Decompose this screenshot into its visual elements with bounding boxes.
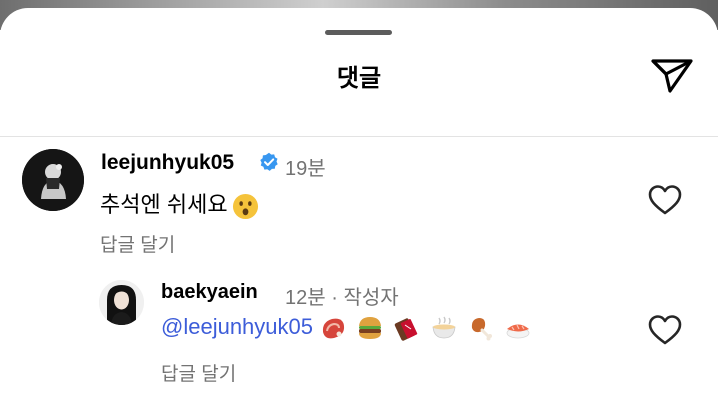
reply-username[interactable]: baekyaein: [161, 281, 258, 304]
reply-button-2[interactable]: 답글 달기: [161, 359, 236, 386]
header-divider: [0, 136, 718, 137]
comment-body: 추석엔 쉬세요: [100, 192, 228, 217]
mention-link[interactable]: @leejunhyuk05: [161, 314, 313, 339]
reply-avatar[interactable]: [99, 280, 144, 325]
drag-handle[interactable]: [325, 30, 392, 35]
chocolate-bar-emoji-icon: [394, 318, 418, 341]
meta-separator: ·: [331, 287, 338, 309]
reply-button[interactable]: 답글 달기: [100, 230, 175, 257]
sheet-title: 댓글: [336, 65, 382, 92]
share-icon[interactable]: [648, 54, 696, 96]
comment-timestamp: 19분: [285, 158, 326, 180]
comment-username[interactable]: leejunhyuk05: [101, 151, 234, 175]
sushi-emoji-icon: [506, 324, 530, 339]
poultry-leg-emoji-icon: [471, 318, 492, 341]
verified-badge-icon: [260, 152, 278, 171]
author-badge: 작성자: [343, 287, 399, 309]
reply-timestamp: 12분: [285, 287, 326, 309]
avatar[interactable]: [22, 149, 84, 211]
profile-photo: [22, 149, 84, 211]
reply-text: @leejunhyuk05: [161, 314, 541, 342]
astonished-face-emoji-icon: [232, 193, 258, 219]
reply-meta: 12분 · 작성자: [285, 281, 399, 310]
reply-like-heart-icon[interactable]: [648, 314, 682, 346]
like-heart-icon[interactable]: [648, 184, 682, 216]
cut-of-meat-emoji-icon: [322, 318, 345, 339]
reply-profile-photo: [99, 280, 144, 325]
emoji-row: [319, 314, 541, 342]
steaming-bowl-emoji-icon: [432, 316, 456, 339]
comment-text: 추석엔 쉬세요: [100, 187, 259, 220]
hamburger-emoji-icon: [359, 317, 381, 340]
